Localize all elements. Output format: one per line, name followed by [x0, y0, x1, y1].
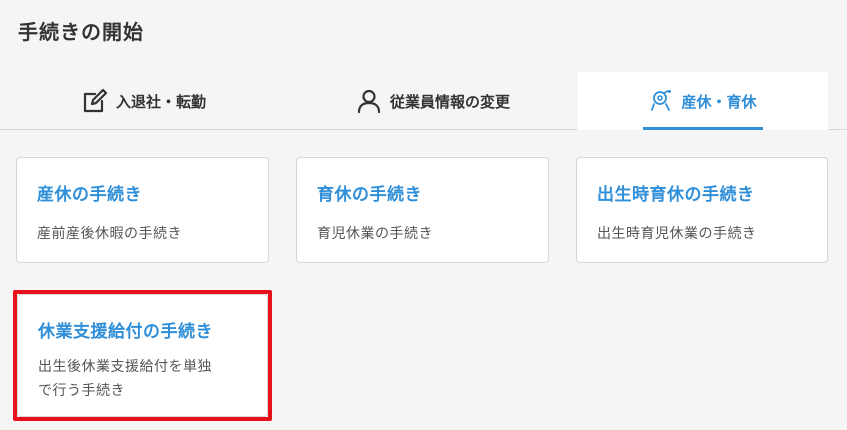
card-title: 出生時育休の手続き [597, 185, 755, 205]
card-description-line: で行う手続き [38, 383, 125, 399]
card-title: 育休の手続き [317, 185, 422, 205]
card-maternity-leave[interactable]: 産休の手続き 産前産後休暇の手続き [16, 157, 269, 263]
card-description-line: 出生後休業支援給付を単独 [38, 359, 212, 375]
tab-onboarding-offboarding[interactable]: 入退社・転勤 [0, 72, 288, 130]
active-tab-indicator [643, 127, 763, 130]
page: 手続きの開始 入退社・転勤 従業員情報の変更 産休・育休 産休の手続き 産前産後… [0, 0, 847, 430]
person-icon [356, 88, 382, 114]
edit-icon [82, 88, 108, 114]
card-leave-support-benefit[interactable]: 休業支援給付の手続き 出生後休業支援給付を単独 で行う手続き [17, 294, 268, 417]
tab-label: 入退社・転勤 [115, 92, 206, 111]
card-title: 休業支援給付の手続き [38, 322, 213, 342]
tab-employee-info-change[interactable]: 従業員情報の変更 [288, 72, 578, 130]
card-description: 産前産後休暇の手続き [37, 226, 182, 242]
card-description: 出生後休業支援給付を単独 で行う手続き [38, 355, 247, 403]
card-childcare-leave[interactable]: 育休の手続き 育児休業の手続き [296, 157, 549, 263]
card-description: 育児休業の手続き [317, 226, 433, 242]
tab-label: 従業員情報の変更 [389, 92, 510, 111]
tab-label: 産休・育休 [681, 92, 757, 111]
card-postnatal-paternity-leave[interactable]: 出生時育休の手続き 出生時育児休業の手続き [576, 157, 828, 263]
maternity-icon [649, 89, 673, 113]
card-description: 出生時育児休業の手続き [597, 226, 757, 242]
tab-maternity-childcare-leave[interactable]: 産休・育休 [578, 72, 828, 130]
tab-bar: 入退社・転勤 従業員情報の変更 産休・育休 [0, 72, 847, 130]
page-title: 手続きの開始 [18, 20, 144, 44]
card-title: 産休の手続き [37, 185, 142, 205]
